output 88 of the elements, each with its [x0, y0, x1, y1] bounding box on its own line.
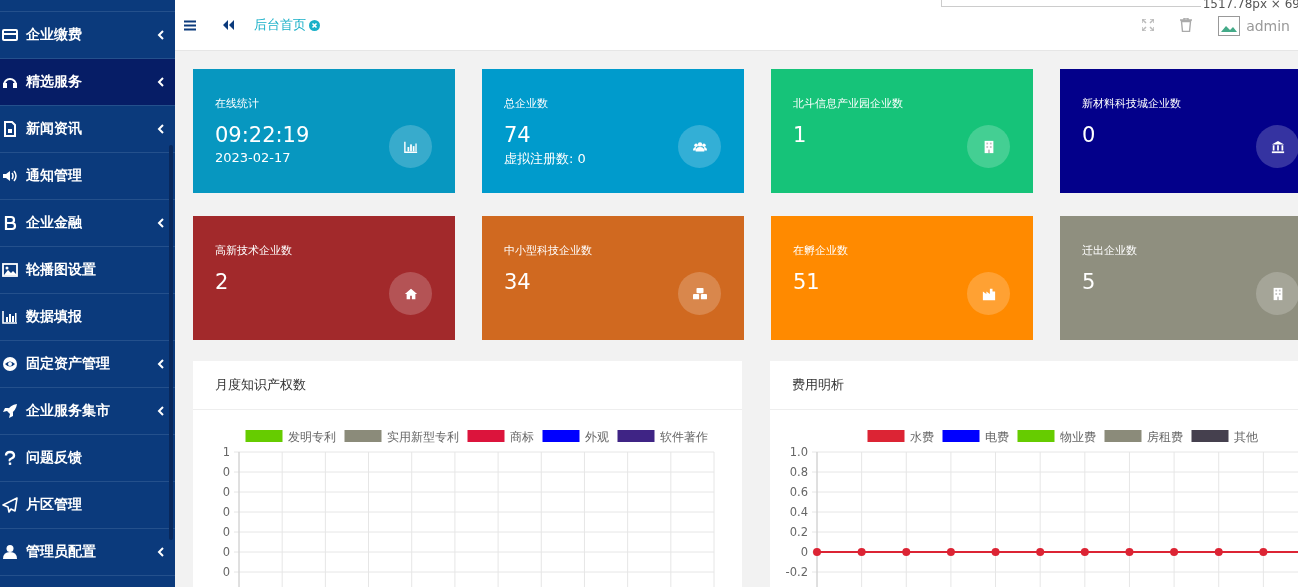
legend-item[interactable]: 房租费	[1104, 429, 1183, 444]
legend-item[interactable]: 实用新型专利	[344, 429, 459, 444]
stat-title: 在线统计	[215, 96, 259, 111]
data-point	[1170, 548, 1179, 556]
broken-image-icon	[1218, 16, 1241, 36]
stat-title: 北斗信息产业园企业数	[793, 96, 903, 111]
legend-item[interactable]: 水费	[867, 429, 934, 444]
stat-value: 2	[215, 270, 229, 294]
sidebar-item[interactable]: 新闻资讯	[0, 106, 175, 153]
stat-value: 09:22:19	[215, 123, 310, 147]
user-icon	[2, 544, 18, 560]
factory-icon	[981, 286, 996, 301]
legend-label: 物业费	[1059, 429, 1096, 444]
y-tick-label: -0.2	[785, 565, 808, 579]
bitcoin-icon	[2, 215, 18, 231]
double-left-icon[interactable]	[223, 20, 234, 30]
data-point	[991, 548, 1000, 556]
y-axis: 1 0 0 0 0 0 0	[222, 445, 240, 587]
y-tick-label: 0	[800, 545, 808, 559]
sidebar-item[interactable]: 企业金融	[0, 200, 175, 247]
legend-item[interactable]: 电费	[942, 429, 1009, 444]
stat-title: 总企业数	[504, 96, 548, 111]
data-point	[813, 548, 821, 556]
data-point	[902, 548, 911, 556]
legend-item[interactable]: 物业费	[1017, 429, 1096, 444]
stat-subtext: 2023-02-17	[215, 150, 291, 165]
credit-card-icon	[2, 27, 18, 43]
sidebar-item[interactable]: 通知管理	[0, 153, 175, 200]
legend-label: 房租费	[1146, 429, 1183, 444]
sidebar-item[interactable]: 片区管理	[0, 482, 175, 529]
sidebar-item[interactable]: 精选服务	[0, 59, 175, 106]
legend-label: 电费	[984, 429, 1009, 444]
sidebar-item[interactable]: 数据填报	[0, 294, 175, 341]
legend-item[interactable]: 其他	[1191, 429, 1258, 444]
stat-title: 在孵企业数	[793, 243, 848, 258]
data-point	[1125, 548, 1134, 556]
data-point	[1214, 548, 1223, 556]
stat-title: 高新技术企业数	[215, 243, 292, 258]
stat-value: 5	[1082, 270, 1096, 294]
legend-label: 水费	[909, 429, 934, 444]
legend-item[interactable]: 软件著作	[617, 429, 708, 444]
stat-title: 新材料科技城企业数	[1082, 96, 1181, 111]
legend-item[interactable]: 外观	[542, 429, 609, 444]
y-tick-label: 0.8	[789, 465, 808, 479]
bar-chart-icon	[2, 309, 18, 325]
sidebar-item[interactable]: 企业服务集市	[0, 388, 175, 435]
data-point	[1259, 548, 1268, 556]
trash-icon[interactable]	[1180, 18, 1193, 32]
bar-chart-icon	[403, 139, 418, 154]
stat-value: 34	[504, 270, 531, 294]
stat-value: 74	[504, 123, 531, 147]
speaker-icon	[2, 168, 18, 184]
panel-title: 月度知识产权数	[215, 376, 306, 394]
legend-item[interactable]: 发明专利	[245, 429, 336, 444]
data-point	[1036, 548, 1045, 556]
panel-title: 费用明析	[792, 376, 844, 394]
stat-title: 中小型科技企业数	[504, 243, 592, 258]
data-point	[1080, 548, 1089, 556]
paper-plane-icon	[2, 497, 18, 513]
y-tick-label: 1.0	[789, 445, 808, 459]
question-icon	[2, 450, 18, 466]
legend-item[interactable]: 商标	[467, 429, 534, 444]
sidebar-item[interactable]: 问题反馈	[0, 435, 175, 482]
stat-title: 迁出企业数	[1082, 243, 1137, 258]
y-tick-label: 0.4	[789, 505, 808, 519]
stat-subtext: 虚拟注册数: 0	[504, 150, 586, 168]
home-icon	[403, 286, 418, 301]
y-tick-label: 0.6	[789, 485, 808, 499]
sidebar-item[interactable]: 轮播图设置	[0, 247, 175, 294]
stat-value: 51	[793, 270, 820, 294]
data-point	[857, 548, 866, 556]
rocket-icon	[2, 403, 18, 419]
menu-icon[interactable]	[184, 19, 196, 31]
data-point	[946, 548, 955, 556]
sidebar-item[interactable]: 固定资产管理	[0, 341, 175, 388]
stat-value: 0	[1082, 123, 1096, 147]
image-icon	[2, 262, 18, 278]
sidebar-item[interactable]: 管理员配置	[0, 529, 175, 576]
scrollbar[interactable]	[169, 145, 173, 540]
y-tick-label: 0.2	[789, 525, 808, 539]
stat-value: 1	[793, 123, 807, 147]
close-icon[interactable]	[309, 19, 320, 31]
cubes-icon	[692, 286, 707, 301]
bank-icon	[1270, 139, 1285, 154]
legend-label: 其他	[1233, 429, 1258, 444]
document-icon	[2, 121, 18, 137]
fullscreen-icon[interactable]	[1142, 19, 1155, 31]
group-icon	[692, 139, 707, 154]
